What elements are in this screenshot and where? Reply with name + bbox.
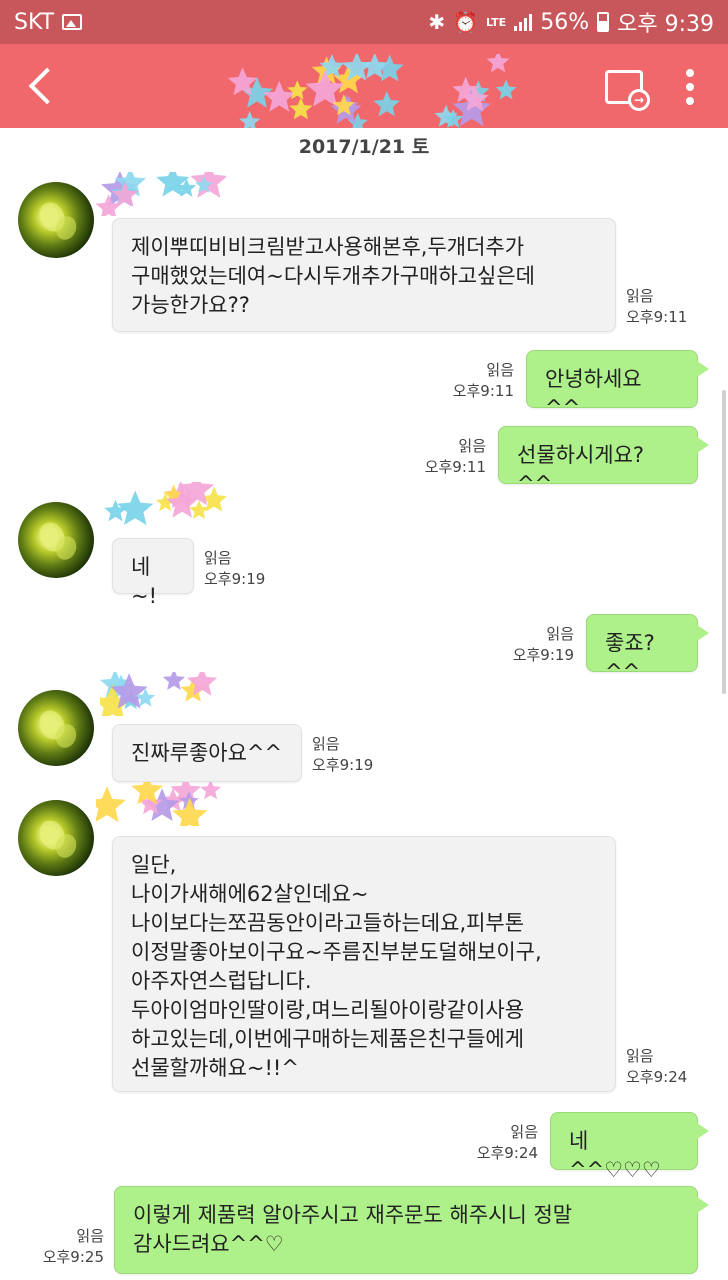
lte-indicator: LTE bbox=[485, 15, 507, 29]
back-arrow-icon bbox=[28, 67, 66, 105]
message-time: 오후9:11 bbox=[626, 308, 688, 326]
message-meta: 읽음 오후9:11 bbox=[440, 360, 514, 402]
more-vert-icon bbox=[686, 69, 694, 77]
date-divider: 2017/1/21 토 bbox=[298, 136, 430, 158]
status-bar: SKT ✱ ⏰ LTE 56% 오후 9:39 bbox=[0, 0, 728, 44]
message-time: 오후9:11 bbox=[424, 458, 486, 476]
message-bubble-incoming[interactable]: 진짜루좋아요^^ bbox=[112, 724, 302, 782]
message-bubble-outgoing[interactable]: 선물하시게요?^^ bbox=[498, 426, 709, 496]
sender-name-redacted bbox=[100, 672, 218, 716]
message-bubble-outgoing[interactable]: 이렇게 제품력 알아주시고 재주문도 해주시니 정말 감사드려요^^♡ bbox=[114, 1186, 709, 1274]
message-time: 오후9:24 bbox=[476, 1144, 538, 1162]
message-time: 오후9:11 bbox=[452, 382, 514, 400]
avatar[interactable] bbox=[18, 182, 94, 258]
message-time: 오후9:24 bbox=[626, 1068, 688, 1086]
scrollbar[interactable] bbox=[722, 390, 726, 694]
battery-percent: 56% bbox=[540, 9, 590, 35]
redaction-star bbox=[263, 80, 296, 112]
message-bubble-outgoing[interactable]: 안녕하세요 ^^ bbox=[526, 350, 709, 420]
message-bubble-outgoing[interactable]: 좋죠?^^ bbox=[586, 614, 709, 684]
message-time: 오후9:25 bbox=[42, 1248, 104, 1266]
export-button[interactable]: → bbox=[598, 64, 650, 111]
redaction-star bbox=[104, 499, 127, 522]
redaction-star bbox=[373, 91, 401, 117]
message-meta: 읽음 오후9:24 bbox=[626, 1046, 687, 1088]
avatar[interactable] bbox=[18, 502, 94, 578]
message-bubble-incoming[interactable]: 네~! bbox=[112, 538, 194, 608]
read-receipt: 읽음 bbox=[626, 1047, 654, 1065]
message-bubble-outgoing[interactable]: 네^^♡♡♡ bbox=[550, 1112, 709, 1182]
export-icon: → bbox=[605, 70, 650, 111]
avatar[interactable] bbox=[18, 690, 94, 766]
message-bubble-incoming[interactable]: 제이뿌띠비비크림받고사용해본후,두개더추가 구매했었는데여~다시두개추가구매하고… bbox=[112, 218, 616, 332]
message-meta: 읽음 오후9:19 bbox=[312, 734, 373, 776]
redaction-star bbox=[289, 97, 313, 120]
read-receipt: 읽음 bbox=[312, 735, 340, 753]
bluetooth-icon: ✱ bbox=[428, 10, 446, 34]
redaction-star bbox=[96, 786, 126, 823]
message-meta: 읽음 오후9:11 bbox=[412, 436, 486, 478]
redaction-star bbox=[495, 79, 517, 100]
signal-icon bbox=[514, 13, 533, 31]
redaction-stars bbox=[228, 54, 517, 132]
read-receipt: 읽음 bbox=[546, 625, 574, 643]
alarm-icon: ⏰ bbox=[453, 10, 478, 34]
image-icon bbox=[62, 14, 83, 30]
avatar[interactable] bbox=[18, 800, 94, 876]
message-meta: 읽음 오후9:19 bbox=[500, 624, 574, 666]
read-receipt: 읽음 bbox=[626, 287, 654, 305]
chat-area[interactable]: 2017/1/21 토 제이뿌띠비비크림받고사용해본후,두개더추가 구매했었는데… bbox=[0, 128, 728, 1280]
read-receipt: 읽음 bbox=[458, 437, 486, 455]
battery-icon bbox=[597, 12, 610, 32]
carrier-label: SKT bbox=[14, 9, 55, 35]
message-meta: 읽음 오후9:19 bbox=[204, 548, 265, 590]
redaction-star bbox=[117, 490, 154, 525]
chat-title-redacted bbox=[228, 54, 518, 132]
message-meta: 읽음 오후9:24 bbox=[464, 1122, 538, 1164]
more-options-button[interactable] bbox=[672, 64, 708, 110]
message-time: 오후9:19 bbox=[204, 570, 266, 588]
chat-header: → bbox=[0, 44, 728, 132]
message-meta: 읽음 오후9:11 bbox=[626, 286, 687, 328]
message-meta: 읽음 오후9:25 bbox=[30, 1226, 104, 1268]
read-receipt: 읽음 bbox=[204, 549, 232, 567]
clock: 오후 9:39 bbox=[617, 12, 714, 37]
read-receipt: 읽음 bbox=[486, 361, 514, 379]
sender-name-redacted bbox=[96, 782, 222, 826]
read-receipt: 읽음 bbox=[510, 1123, 538, 1141]
message-time: 오후9:19 bbox=[512, 646, 574, 664]
redaction-star bbox=[486, 54, 510, 73]
redaction-star bbox=[200, 782, 222, 800]
sender-name-redacted bbox=[96, 172, 226, 216]
message-bubble-incoming[interactable]: 일단, 나이가새해에62살인데요~ 나이보다는쪼끔동안이라고들하는데요,피부톤 … bbox=[112, 836, 616, 1092]
read-receipt: 읽음 bbox=[76, 1227, 104, 1245]
message-time: 오후9:19 bbox=[312, 756, 374, 774]
sender-name-redacted bbox=[104, 482, 226, 525]
back-button[interactable] bbox=[14, 58, 70, 114]
